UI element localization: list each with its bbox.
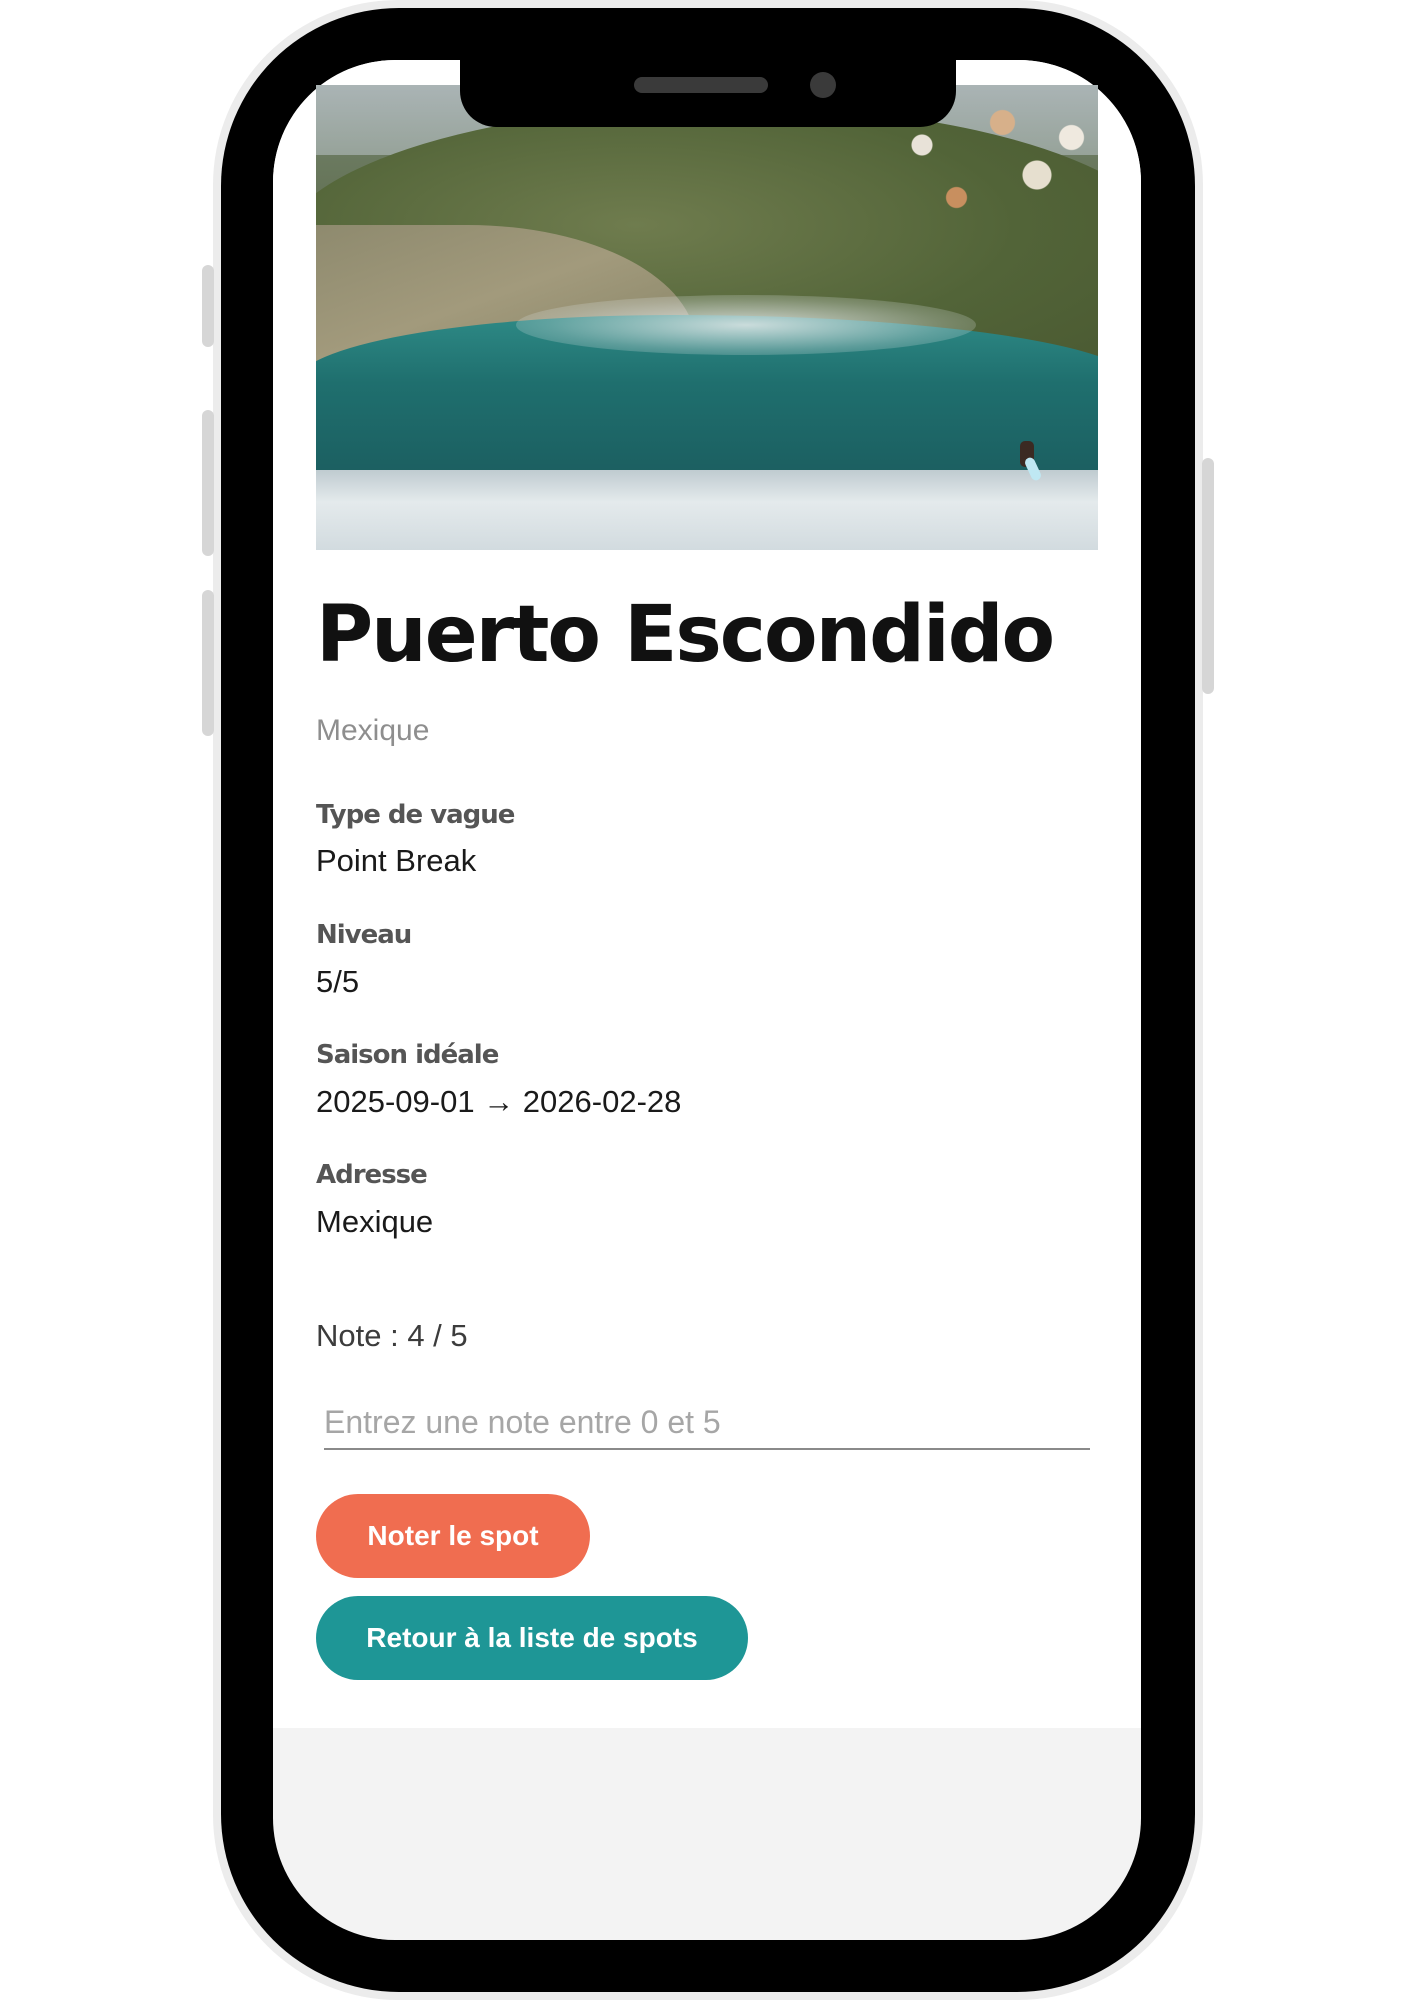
phone-power-button (1202, 458, 1214, 694)
address-label: Adresse (316, 1160, 428, 1190)
season-value: 2025-09-01 → 2026-02-28 (316, 1084, 682, 1119)
phone-volume-down-button (202, 590, 214, 736)
photo-foam (316, 470, 1098, 550)
rating-input[interactable] (324, 1396, 1090, 1450)
season-label: Saison idéale (316, 1040, 499, 1070)
spot-country: Mexique (316, 714, 430, 747)
level-value: 5/5 (316, 964, 360, 999)
wave-type-value: Point Break (316, 843, 477, 878)
address-value: Mexique (316, 1204, 434, 1239)
phone-notch (460, 60, 956, 127)
rate-spot-button[interactable]: Noter le spot (316, 1494, 590, 1578)
front-camera (810, 72, 836, 98)
spot-title: Puerto Escondido (316, 590, 1055, 680)
level-label: Niveau (316, 920, 412, 950)
phone-volume-up-button (202, 410, 214, 556)
phone-side-button (202, 265, 214, 347)
back-to-spots-button[interactable]: Retour à la liste de spots (316, 1596, 748, 1680)
spot-photo (316, 85, 1098, 550)
photo-spray (516, 295, 976, 355)
wave-type-label: Type de vague (316, 800, 515, 830)
phone-speaker (634, 77, 768, 93)
current-rating: Note : 4 / 5 (316, 1318, 468, 1353)
